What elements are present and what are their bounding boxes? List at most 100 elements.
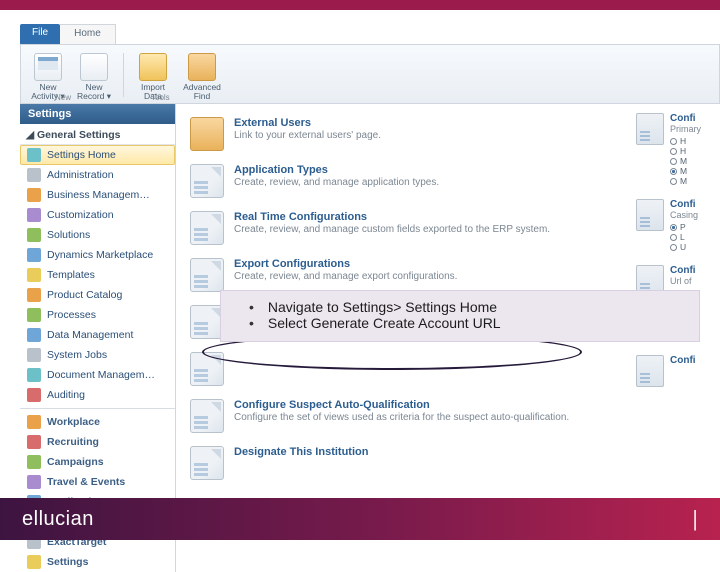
config-option[interactable]: M	[670, 166, 701, 176]
config-option[interactable]: M	[670, 156, 701, 166]
settings-entry-external-users[interactable]: External UsersLink to your external user…	[190, 114, 634, 161]
sidebar-item-document-managem[interactable]: Document Managem…	[20, 365, 175, 385]
config-options: PLU	[670, 222, 698, 252]
entry-text: Application TypesCreate, review, and man…	[234, 164, 439, 188]
module-label: Settings	[47, 556, 88, 568]
radio-icon	[670, 168, 677, 175]
module-label: Campaigns	[47, 456, 104, 468]
note-icon	[190, 446, 224, 480]
sidebar-item-icon	[27, 328, 41, 342]
note-icon	[636, 355, 664, 387]
right-config-block[interactable]: ConfiPrimaryHHMMM	[634, 110, 720, 196]
settings-entry-configure-suspect-auto-qualification[interactable]: Configure Suspect Auto-QualificationConf…	[190, 396, 634, 443]
module-travel-events[interactable]: Travel & Events	[20, 472, 175, 492]
sidebar-item-processes[interactable]: Processes	[20, 305, 175, 325]
sidebar-item-solutions[interactable]: Solutions	[20, 225, 175, 245]
module-icon	[27, 455, 41, 469]
module-workplace[interactable]: Workplace	[20, 412, 175, 432]
sidebar-item-icon	[27, 228, 41, 242]
ribbon-advanced-find[interactable]: AdvancedFind	[178, 53, 226, 101]
entry-title: External Users	[234, 117, 381, 129]
sidebar-list-general: Settings Home Administration Business Mana…	[20, 145, 175, 405]
sidebar-item-label: Settings Home	[47, 149, 116, 161]
sidebar-banner-settings[interactable]: Settings	[20, 104, 175, 124]
ribbon-new-record[interactable]: NewRecord ▾	[73, 53, 115, 101]
config-text: Confi	[670, 355, 696, 387]
sidebar-item-label: Customization	[47, 209, 114, 221]
config-option[interactable]: M	[670, 176, 701, 186]
entry-desc: Configure the set of views used as crite…	[234, 412, 569, 423]
entry-text: Configure Suspect Auto-QualificationConf…	[234, 399, 569, 423]
module-campaigns[interactable]: Campaigns	[20, 452, 175, 472]
radio-icon	[670, 224, 677, 231]
radio-icon	[670, 178, 677, 185]
brand-ellucian: ellucian	[22, 508, 94, 531]
module-recruiting[interactable]: Recruiting	[20, 432, 175, 452]
note-icon	[190, 352, 224, 386]
entry-text: External UsersLink to your external user…	[234, 117, 381, 141]
note-icon	[636, 113, 664, 145]
sidebar-item-system-jobs[interactable]: System Jobs	[20, 345, 175, 365]
sidebar-item-business-managem[interactable]: Business Managem…	[20, 185, 175, 205]
entry-text: Export ConfigurationsCreate, review, and…	[234, 258, 457, 282]
module-label: Recruiting	[47, 436, 99, 448]
settings-entry-application-types[interactable]: Application TypesCreate, review, and man…	[190, 161, 634, 208]
settings-entry-designate-this-institution[interactable]: Designate This Institution	[190, 443, 634, 490]
config-option[interactable]: H	[670, 146, 701, 156]
note-icon	[190, 305, 224, 339]
sidebar-item-dynamics-marketplace[interactable]: Dynamics Marketplace	[20, 245, 175, 265]
ribbon-label: NewRecord ▾	[77, 83, 111, 101]
entry-title: Export Configurations	[234, 258, 457, 270]
radio-icon	[670, 138, 677, 145]
settings-entry-entry-5[interactable]	[190, 349, 634, 396]
config-sub: Primary	[670, 124, 701, 134]
config-option[interactable]: L	[670, 232, 698, 242]
presentation-top-rule	[0, 0, 720, 10]
settings-entry-real-time-configurations[interactable]: Real Time ConfigurationsCreate, review, …	[190, 208, 634, 255]
calendar-icon	[34, 53, 62, 81]
tab-file[interactable]: File	[20, 24, 60, 44]
sidebar-item-data-management[interactable]: Data Management	[20, 325, 175, 345]
callout-line: Select Generate Create Account URL	[249, 315, 687, 331]
config-option[interactable]: H	[670, 136, 701, 146]
sidebar-item-icon	[27, 168, 41, 182]
module-label: Workplace	[47, 416, 100, 428]
config-options: HHMMM	[670, 136, 701, 186]
sidebar-item-administration[interactable]: Administration	[20, 165, 175, 185]
sidebar-item-icon	[27, 248, 41, 262]
config-title: Confi	[670, 113, 701, 124]
module-icon	[27, 415, 41, 429]
sidebar-item-label: Solutions	[47, 229, 90, 241]
ribbon-label: AdvancedFind	[183, 83, 221, 101]
config-option[interactable]: U	[670, 242, 698, 252]
config-title: Confi	[670, 265, 696, 276]
entry-title: Application Types	[234, 164, 439, 176]
entry-text: Real Time ConfigurationsCreate, review, …	[234, 211, 550, 235]
config-text: ConfiCasingPLU	[670, 199, 698, 252]
sidebar-item-templates[interactable]: Templates	[20, 265, 175, 285]
config-option[interactable]: P	[670, 222, 698, 232]
sidebar-item-icon	[27, 388, 41, 402]
entry-desc: Create, review, and manage application t…	[234, 177, 439, 188]
sidebar-item-label: Processes	[47, 309, 96, 321]
sidebar-item-customization[interactable]: Customization	[20, 205, 175, 225]
callout-line: Navigate to Settings> Settings Home	[249, 299, 687, 315]
sidebar-item-icon	[27, 368, 41, 382]
ribbon-group-caption: Tools	[151, 93, 170, 102]
radio-icon	[670, 158, 677, 165]
right-config-block[interactable]: Confi	[634, 352, 720, 397]
sidebar-item-auditing[interactable]: Auditing	[20, 385, 175, 405]
module-settings[interactable]: Settings	[20, 552, 175, 572]
right-config-block[interactable]: ConfiCasingPLU	[634, 196, 720, 262]
tab-home[interactable]: Home	[60, 24, 116, 44]
sidebar-item-label: Administration	[47, 169, 114, 181]
sidebar-list-modules: Workplace Recruiting Campaigns Travel & Eve…	[20, 412, 175, 572]
radio-icon	[670, 234, 677, 241]
footer-pipe: |	[692, 506, 698, 532]
entry-desc: Link to your external users' page.	[234, 130, 381, 141]
sidebar-item-settings-home[interactable]: Settings Home	[20, 145, 175, 165]
sidebar-item-label: Auditing	[47, 389, 85, 401]
sidebar-section-general-settings[interactable]: ◢ General Settings	[20, 124, 175, 145]
module-icon	[27, 435, 41, 449]
sidebar-item-product-catalog[interactable]: Product Catalog	[20, 285, 175, 305]
